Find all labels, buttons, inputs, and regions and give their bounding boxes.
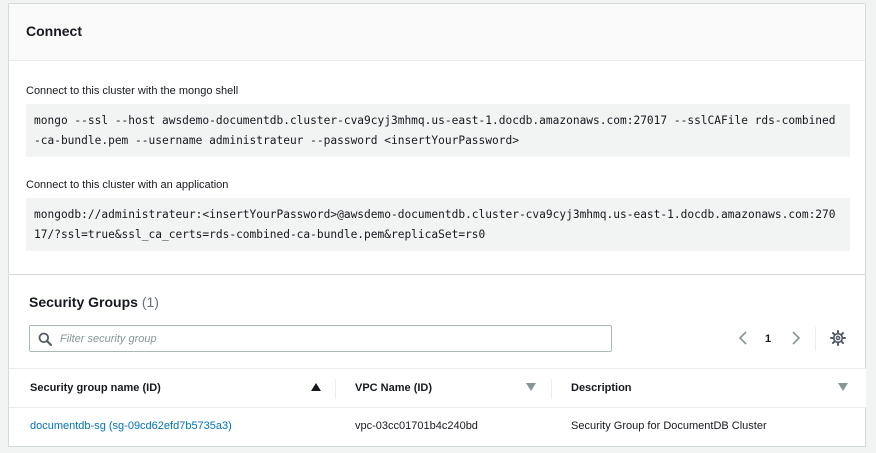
security-groups-heading: Security Groups (1)	[29, 294, 159, 310]
caret-up-icon[interactable]	[311, 383, 321, 391]
connect-panel-header: Connect	[9, 4, 865, 61]
gear-icon[interactable]	[830, 330, 846, 346]
mongo-shell-command[interactable]: mongo --ssl --host awsdemo-documentdb.cl…	[26, 104, 850, 157]
column-header-security-group-name[interactable]: Security group name (ID)	[30, 382, 161, 394]
connect-title: Connect	[26, 23, 82, 39]
caret-down-icon[interactable]	[526, 383, 536, 391]
current-page-number[interactable]: 1	[765, 333, 771, 345]
security-groups-table-header: Security group name (ID) VPC Name (ID) D…	[9, 368, 866, 408]
security-groups-count: (1)	[141, 294, 159, 310]
chevron-left-icon[interactable]	[737, 330, 749, 346]
security-group-link[interactable]: documentdb-sg (sg-09cd62efd7b5735a3)	[30, 420, 232, 432]
table-row: documentdb-sg (sg-09cd62efd7b5735a3) vpc…	[9, 408, 866, 446]
description-cell: Security Group for DocumentDB Cluster	[571, 420, 767, 432]
column-separator[interactable]	[551, 379, 552, 399]
security-groups-panel: Security Groups (1) 1 Security group nam…	[8, 275, 866, 447]
mongo-shell-label: Connect to this cluster with the mongo s…	[26, 85, 239, 97]
application-connection-uri[interactable]: mongodb://administrateur:<insertYourPass…	[26, 198, 850, 251]
filter-security-group-input[interactable]	[60, 330, 600, 348]
security-groups-title: Security Groups	[29, 294, 138, 310]
column-separator[interactable]	[335, 379, 336, 399]
vpc-cell: vpc-03cc01701b4c240bd	[355, 420, 478, 432]
search-icon	[38, 332, 52, 346]
caret-down-icon[interactable]	[838, 383, 848, 391]
application-label: Connect to this cluster with an applicat…	[26, 179, 229, 191]
filter-security-group-field[interactable]	[29, 325, 612, 352]
column-header-description[interactable]: Description	[571, 382, 632, 394]
connect-panel: Connect Connect to this cluster with the…	[8, 3, 866, 275]
column-header-vpc-name[interactable]: VPC Name (ID)	[355, 382, 432, 394]
pagination-divider	[815, 327, 816, 351]
chevron-right-icon[interactable]	[790, 330, 802, 346]
